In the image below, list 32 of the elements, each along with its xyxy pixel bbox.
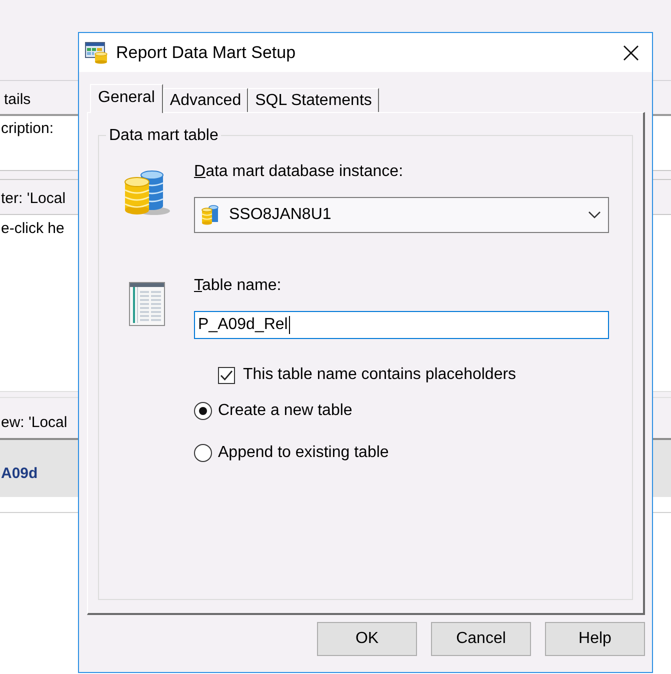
table-cell: A09d xyxy=(0,465,38,482)
instance-dropdown[interactable]: SSO8JAN8U1 xyxy=(194,197,609,233)
close-icon xyxy=(623,44,639,60)
group-box-legend: Data mart table xyxy=(106,127,222,144)
app-icon xyxy=(85,42,109,64)
field-label: Data mart database instance: xyxy=(194,163,404,181)
view-label: ew: 'Local xyxy=(0,414,68,431)
radio-label[interactable]: Create a new table xyxy=(218,402,352,420)
field-label: Table name: xyxy=(194,277,282,295)
text-cursor-icon xyxy=(288,316,290,334)
table-name-field[interactable]: P_A09d_Rel xyxy=(194,311,609,339)
tab[interactable]: Advanced xyxy=(162,88,248,112)
description-label: cription: xyxy=(0,120,54,137)
checkbox-label[interactable]: This table name contains placeholders xyxy=(243,366,516,384)
tab[interactable]: SQL Statements xyxy=(248,88,379,112)
header-label: tails xyxy=(3,91,31,108)
chevron-down-icon xyxy=(588,211,601,219)
database-icon xyxy=(201,205,219,225)
filter-label: ter: 'Local xyxy=(0,190,66,207)
table-icon xyxy=(128,282,164,326)
tab[interactable]: General xyxy=(90,84,163,113)
ok-button[interactable]: OK xyxy=(317,622,417,656)
close-button[interactable] xyxy=(622,44,640,62)
radio-button[interactable] xyxy=(194,444,212,462)
radio-button[interactable] xyxy=(194,402,212,420)
database-icon xyxy=(122,170,170,216)
checkbox[interactable] xyxy=(218,366,235,384)
radio-label[interactable]: Append to existing table xyxy=(218,444,389,462)
cancel-button[interactable]: Cancel xyxy=(431,622,531,656)
hint-text: e-click he xyxy=(0,220,64,237)
window-title: Report Data Mart Setup xyxy=(116,42,296,62)
help-button[interactable]: Help xyxy=(545,622,645,656)
